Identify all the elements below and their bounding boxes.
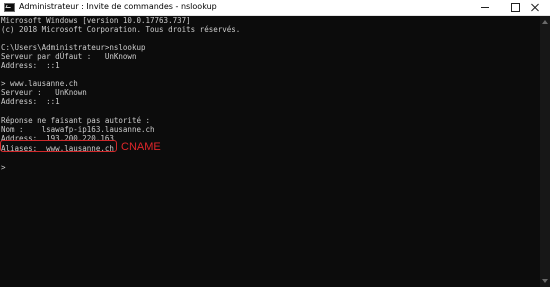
scroll-down-arrow-icon[interactable] bbox=[542, 279, 548, 283]
console-line: (c) 2018 Microsoft Corporation. Tous dro… bbox=[1, 25, 241, 34]
console-line: Serveur : UnKnown bbox=[1, 88, 87, 97]
console-line: > www.lausanne.ch bbox=[1, 79, 78, 88]
cname-annotation: CNAME bbox=[121, 141, 161, 153]
console-line: Microsoft Windows [version 10.0.17763.73… bbox=[1, 16, 191, 25]
vertical-scrollbar[interactable] bbox=[540, 16, 550, 287]
window-title: Administrateur : Invite de commandes - n… bbox=[19, 2, 217, 11]
cmd-icon[interactable] bbox=[4, 3, 15, 12]
console-prompt: > bbox=[1, 163, 6, 172]
close-icon[interactable] bbox=[520, 0, 550, 15]
console-line: Nom : lsawafp-ip163.lausanne.ch bbox=[1, 125, 155, 134]
title-bar[interactable]: Administrateur : Invite de commandes - n… bbox=[0, 0, 550, 16]
console-line: C:\Users\Administrateur>nslookup bbox=[1, 43, 146, 52]
console-line: Address: ::1 bbox=[1, 97, 60, 106]
console-line: Réponse ne faisant pas autorité : bbox=[1, 116, 151, 125]
minimize-icon[interactable] bbox=[470, 0, 500, 15]
scroll-up-arrow-icon[interactable] bbox=[542, 20, 548, 24]
console-line: Serveur par dÚfaut : UnKnown bbox=[1, 52, 137, 61]
aliases-highlight-box bbox=[0, 140, 117, 152]
console-line: Address: ::1 bbox=[1, 61, 60, 70]
command-prompt-window: Administrateur : Invite de commandes - n… bbox=[0, 0, 550, 287]
